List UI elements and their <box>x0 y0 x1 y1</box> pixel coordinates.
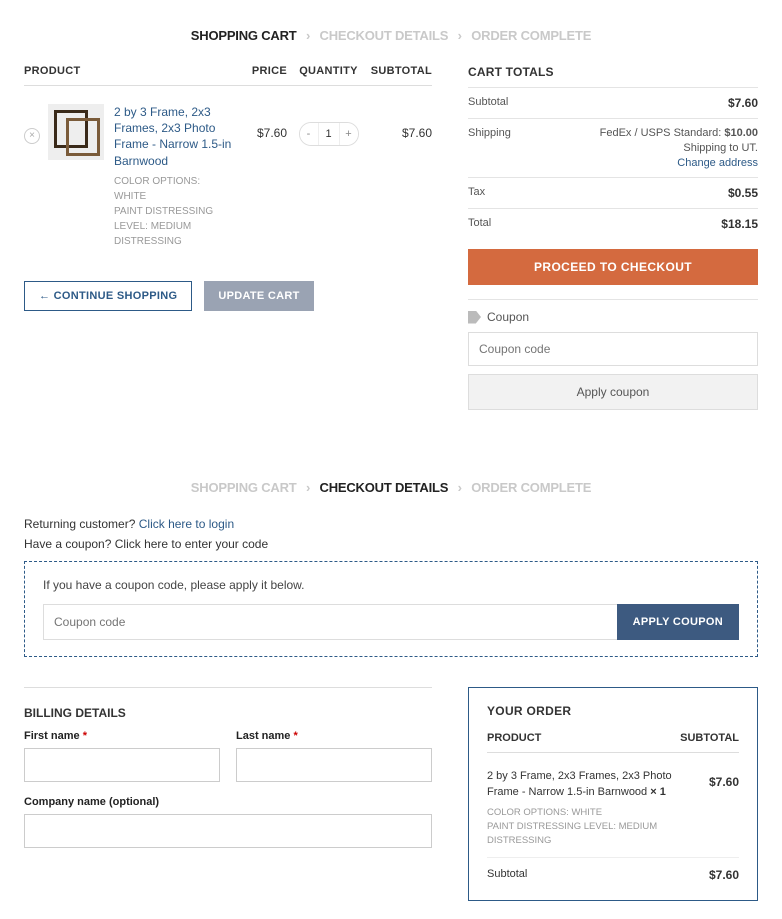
cart-total: $18.15 <box>721 217 758 231</box>
apply-coupon-button[interactable]: Apply coupon <box>468 374 758 410</box>
remove-item-button[interactable]: × <box>24 128 40 144</box>
coupon-toggle[interactable]: Coupon <box>468 299 758 324</box>
company-input[interactable] <box>24 814 432 848</box>
qty-value: 1 <box>318 123 340 145</box>
cart-table-header: PRODUCT PRICE QUANTITY SUBTOTAL <box>24 65 432 86</box>
login-link[interactable]: Click here to login <box>139 517 234 531</box>
coupon-code-input[interactable] <box>468 332 758 366</box>
continue-shopping-button[interactable]: ← CONTINUE SHOPPING <box>24 281 192 311</box>
qty-decrease-button[interactable]: - <box>300 123 318 145</box>
step-checkout[interactable]: CHECKOUT DETAILS <box>320 28 449 43</box>
checkout-stepper-1: SHOPPING CART › CHECKOUT DETAILS › ORDER… <box>24 28 758 43</box>
item-subtotal: $7.60 <box>362 104 432 140</box>
proceed-to-checkout-button[interactable]: PROCEED TO CHECKOUT <box>468 249 758 285</box>
step-complete: ORDER COMPLETE <box>471 28 591 43</box>
checkout-coupon-input[interactable] <box>43 604 617 640</box>
apply-coupon-blue-button[interactable]: APPLY COUPON <box>617 604 739 640</box>
update-cart-button[interactable]: UPDATE CART <box>204 281 313 311</box>
your-order-panel: YOUR ORDER PRODUCT SUBTOTAL 2 by 3 Frame… <box>468 687 758 901</box>
change-address-link[interactable]: Change address <box>600 157 758 169</box>
cart-item: × 2 by 3 Frame, 2x3 Frames, 2x3 Photo Fr… <box>24 96 432 263</box>
first-name-input[interactable] <box>24 748 220 782</box>
item-price: $7.60 <box>232 104 287 140</box>
order-item-amount: $7.60 <box>709 769 739 789</box>
qty-increase-button[interactable]: + <box>340 123 358 145</box>
product-name-link[interactable]: 2 by 3 Frame, 2x3 Frames, 2x3 Photo Fram… <box>114 104 232 169</box>
have-coupon-row: Have a coupon? Click here to enter your … <box>24 537 758 551</box>
shipping-price: $10.00 <box>724 127 758 139</box>
billing-details-title: BILLING DETAILS <box>24 706 432 720</box>
tag-icon <box>468 311 481 324</box>
quantity-stepper[interactable]: - 1 + <box>299 122 359 146</box>
coupon-panel: If you have a coupon code, please apply … <box>24 561 758 657</box>
step-cart[interactable]: SHOPPING CART <box>191 28 297 43</box>
checkout-stepper-2: SHOPPING CART › CHECKOUT DETAILS › ORDER… <box>24 480 758 495</box>
order-subtotal: $7.60 <box>709 868 739 882</box>
cart-subtotal: $7.60 <box>728 96 758 110</box>
cart-totals-title: CART TOTALS <box>468 65 758 79</box>
product-meta: COLOR OPTIONS: WHITE PAINT DISTRESSING L… <box>114 174 232 249</box>
enter-coupon-link[interactable]: Click here to enter your code <box>115 537 268 551</box>
step-cart-2[interactable]: SHOPPING CART <box>191 480 297 495</box>
product-thumbnail[interactable] <box>48 104 104 160</box>
cart-tax: $0.55 <box>728 186 758 200</box>
last-name-input[interactable] <box>236 748 432 782</box>
returning-customer-row: Returning customer? Click here to login <box>24 517 758 531</box>
step-checkout-2[interactable]: CHECKOUT DETAILS <box>320 480 449 495</box>
step-complete-2: ORDER COMPLETE <box>471 480 591 495</box>
